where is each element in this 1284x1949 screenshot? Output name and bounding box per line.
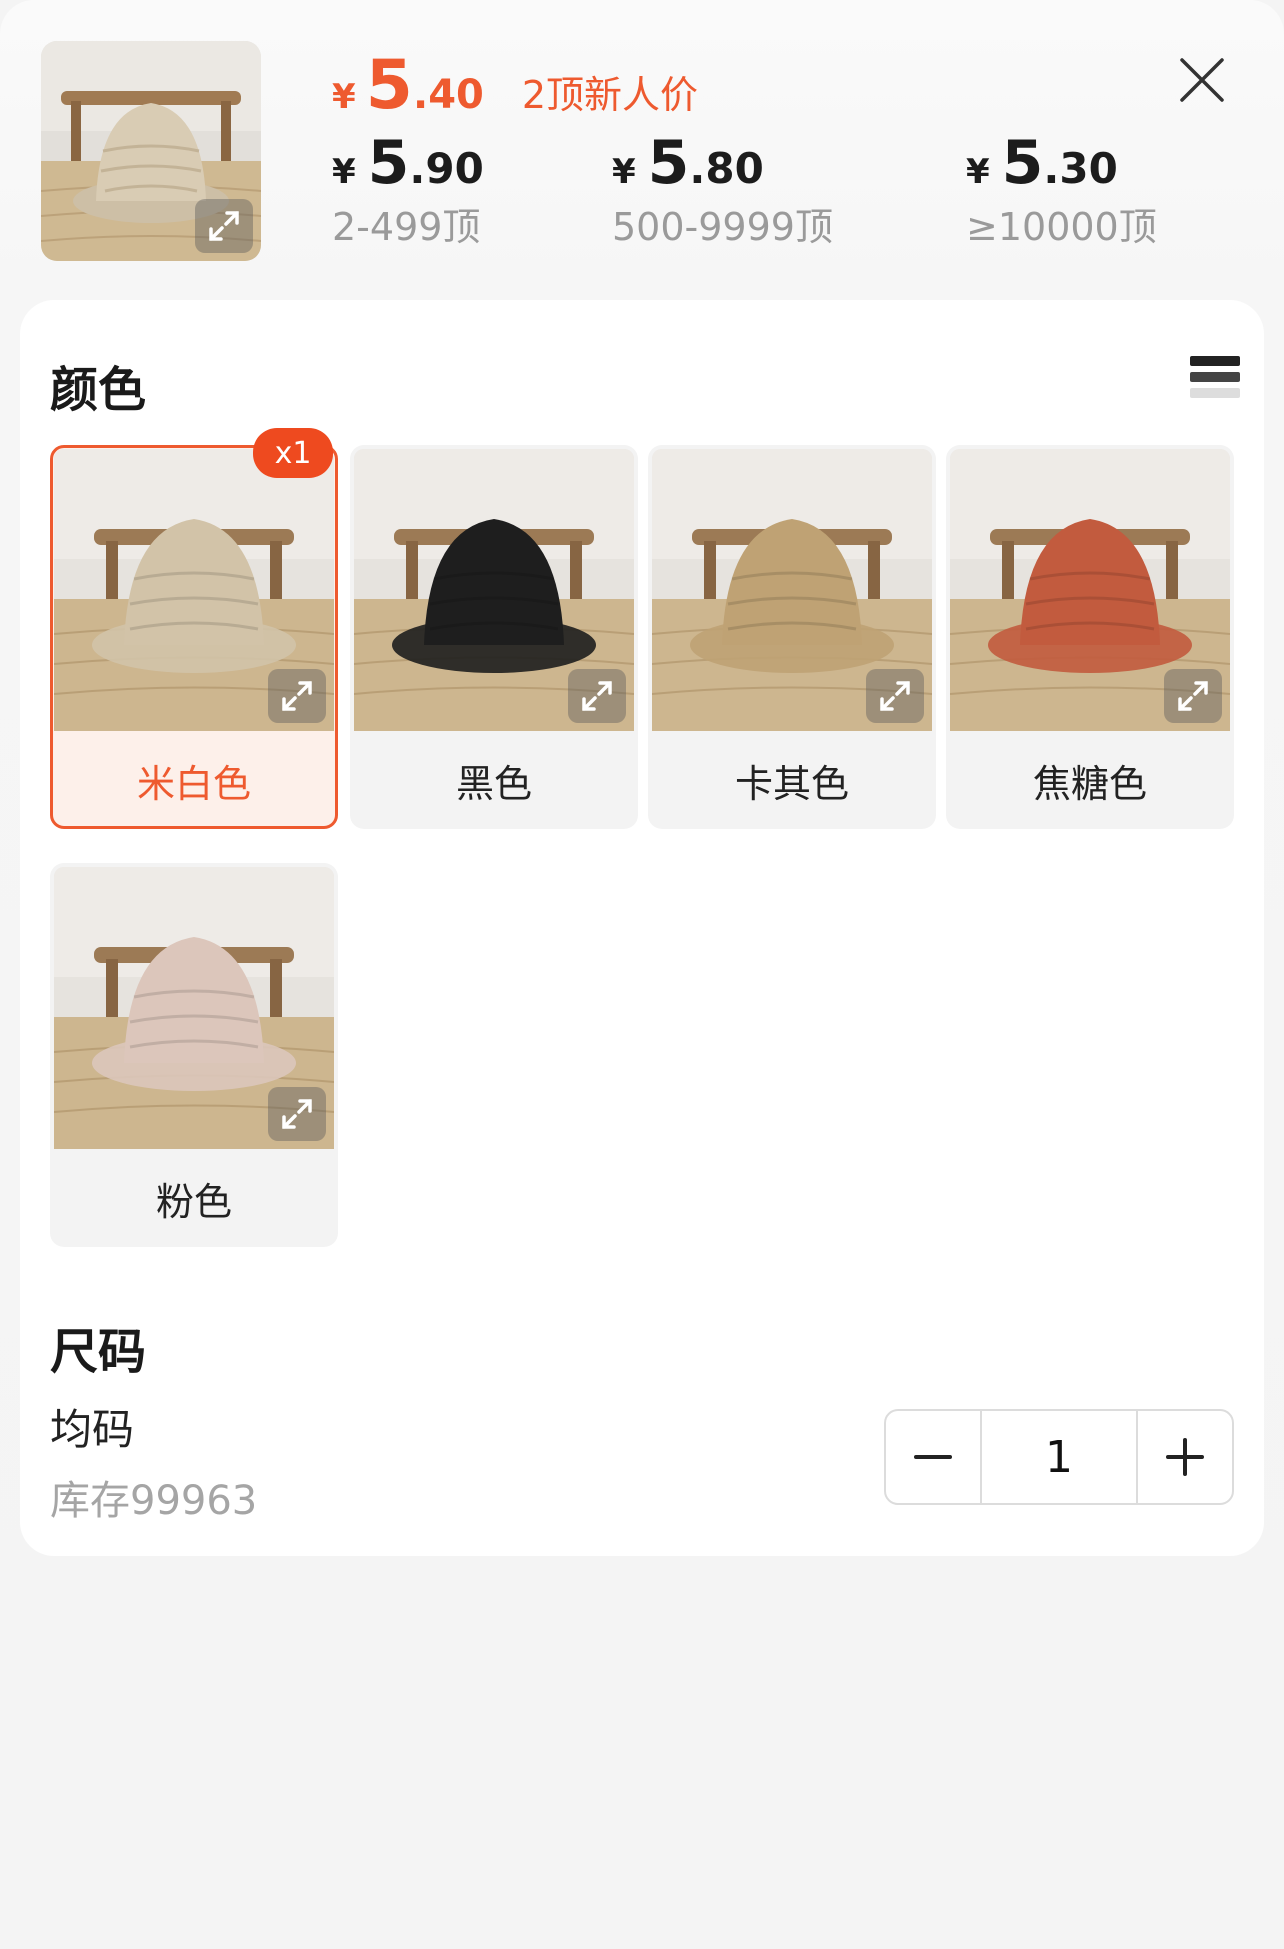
- price-decimal: .80: [689, 144, 764, 193]
- close-icon: [1180, 58, 1224, 102]
- newcomer-price: ¥ 5 .40 2顶新人价: [332, 46, 698, 126]
- increase-button[interactable]: [1138, 1411, 1232, 1503]
- expand-image-button[interactable]: [268, 1087, 326, 1141]
- currency-symbol: ¥: [332, 152, 356, 192]
- color-option-label: 粉色: [155, 1179, 232, 1224]
- color-option-image: [54, 449, 334, 731]
- currency-symbol: ¥: [966, 152, 990, 192]
- expand-image-button[interactable]: [866, 669, 924, 723]
- stock-count: 库存99963: [50, 1478, 258, 1524]
- color-option-image: [54, 867, 334, 1149]
- expand-icon: [282, 1099, 312, 1129]
- expand-image-button[interactable]: [1164, 669, 1222, 723]
- color-option-image: [354, 449, 634, 731]
- color-option-label: 黑色: [455, 761, 532, 806]
- expand-image-button[interactable]: [268, 669, 326, 723]
- list-view-toggle[interactable]: [1190, 356, 1240, 408]
- price-decimal: .90: [409, 144, 484, 193]
- tier-price: ¥ 5 .30 ≥10000顶: [966, 132, 1157, 251]
- expand-image-button[interactable]: [568, 669, 626, 723]
- tier-range: 2-499顶: [332, 205, 481, 249]
- color-option[interactable]: 粉色: [50, 863, 338, 1247]
- sku-selector-sheet: ¥ 5 .40 2顶新人价 ¥ 5 .90 2-499顶 ¥ 5 .80 500…: [0, 0, 1284, 1949]
- tier-price: ¥ 5 .80 500-9999顶: [612, 132, 833, 251]
- options-card: 颜色 米白色 x1 黑色 卡其色 焦糖色 粉色 尺码 均码 库存99963 1: [20, 300, 1264, 1556]
- price-integer: 5: [1001, 128, 1044, 198]
- expand-icon: [582, 681, 612, 711]
- color-option-image: [950, 449, 1230, 731]
- newcomer-price-label: 2顶新人价: [521, 73, 699, 117]
- minus-icon: [914, 1455, 952, 1459]
- color-option[interactable]: 卡其色: [648, 445, 936, 829]
- tier-range: 500-9999顶: [612, 205, 833, 249]
- color-option-label: 焦糖色: [1032, 761, 1147, 806]
- size-option: 均码: [50, 1405, 135, 1454]
- color-option-image: [652, 449, 932, 731]
- price-integer: 5: [365, 46, 413, 125]
- color-option[interactable]: 米白色 x1: [50, 428, 338, 829]
- expand-icon: [282, 681, 312, 711]
- color-option-label: 米白色: [136, 761, 251, 806]
- selected-quantity-badge: x1: [253, 428, 333, 478]
- expand-image-button[interactable]: [195, 199, 253, 253]
- size-section-title: 尺码: [50, 1324, 147, 1380]
- color-option[interactable]: 焦糖色: [946, 445, 1234, 829]
- color-option-label: 卡其色: [734, 761, 849, 806]
- color-option[interactable]: 黑色: [350, 445, 638, 829]
- expand-icon: [209, 211, 239, 241]
- color-section-title: 颜色: [50, 362, 147, 418]
- currency-symbol: ¥: [612, 152, 636, 192]
- plus-icon: [1166, 1438, 1204, 1476]
- expand-icon: [880, 681, 910, 711]
- price-integer: 5: [647, 128, 690, 198]
- product-thumbnail[interactable]: [41, 41, 261, 261]
- currency-symbol: ¥: [332, 77, 356, 117]
- price-decimal: .40: [413, 72, 484, 118]
- tier-price: ¥ 5 .90 2-499顶: [332, 132, 484, 251]
- close-button[interactable]: [1176, 54, 1228, 106]
- list-view-icon: [1190, 356, 1240, 398]
- quantity-value[interactable]: 1: [980, 1411, 1138, 1503]
- price-decimal: .30: [1043, 144, 1118, 193]
- price-integer: 5: [367, 128, 410, 198]
- tier-range: ≥10000顶: [966, 205, 1157, 249]
- decrease-button[interactable]: [886, 1411, 980, 1503]
- expand-icon: [1178, 681, 1208, 711]
- quantity-stepper[interactable]: 1: [884, 1409, 1234, 1505]
